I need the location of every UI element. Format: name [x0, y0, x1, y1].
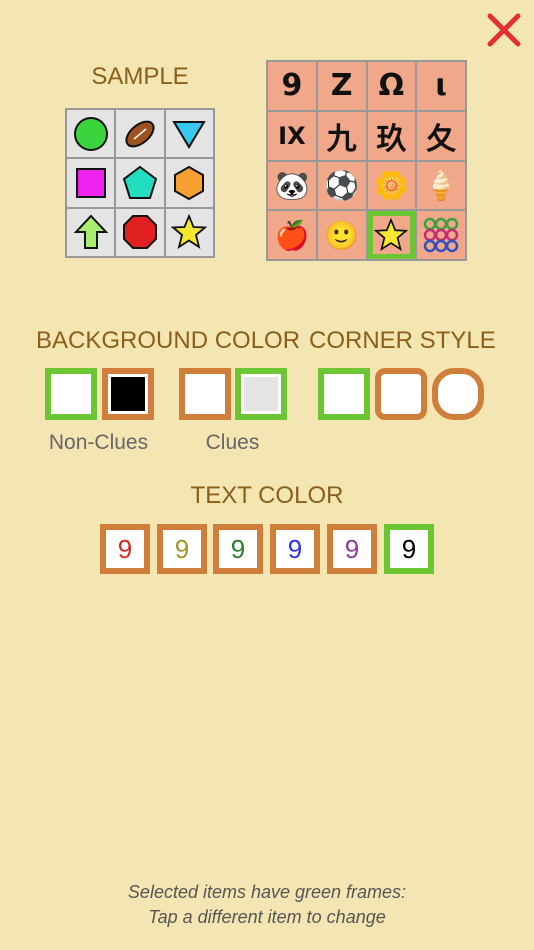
symbol-cell[interactable]: ι: [417, 62, 465, 110]
close-icon: [487, 13, 521, 47]
clue-gray-swatch[interactable]: [235, 368, 287, 420]
green-circle-icon: [67, 110, 115, 158]
text-color-green-option[interactable]: 9: [213, 524, 263, 574]
symbol-cell[interactable]: 9: [268, 62, 316, 110]
symbol-cell[interactable]: Z: [317, 62, 366, 110]
text-color-blue-option[interactable]: 9: [270, 524, 320, 574]
text-color-olive-option[interactable]: 9: [157, 524, 207, 574]
text-color-heading: TEXT COLOR: [190, 482, 344, 509]
star-icon: [165, 208, 213, 256]
symbol-cell[interactable]: 九: [317, 111, 366, 160]
symbol-cell[interactable]: Ω: [367, 62, 416, 110]
up-arrow-icon: [67, 208, 115, 256]
corner-round-option[interactable]: [432, 368, 484, 420]
soccer-ball-icon[interactable]: ⚽: [317, 161, 366, 210]
footer-line-2: Tap a different item to change: [148, 907, 386, 927]
square-icon: [67, 159, 115, 207]
corner-square-option[interactable]: [318, 368, 370, 420]
smiley-icon[interactable]: 🙂: [317, 211, 366, 259]
text-color-black-option[interactable]: 9: [384, 524, 434, 574]
non-clue-black-swatch[interactable]: [102, 368, 154, 420]
non-clue-white-swatch[interactable]: [45, 368, 97, 420]
text-color-purple-option[interactable]: 9: [327, 524, 377, 574]
panda-icon[interactable]: 🐼: [268, 161, 316, 210]
text-color-red-option[interactable]: 9: [100, 524, 150, 574]
apple-icon[interactable]: 🍎: [268, 211, 316, 259]
corner-rounded-option[interactable]: [375, 368, 427, 420]
hexagon-icon: [165, 159, 213, 207]
symbol-cell[interactable]: 夂: [417, 111, 465, 160]
close-button[interactable]: [484, 10, 524, 50]
footer-line-1: Selected items have green frames:: [127, 882, 407, 902]
non-clues-label: Non-Clues: [48, 431, 149, 454]
clues-label: Clues: [205, 431, 260, 454]
flower-icon[interactable]: 🌼: [367, 161, 416, 210]
clue-white-swatch[interactable]: [179, 368, 231, 420]
sample-heading: SAMPLE: [91, 63, 189, 90]
football-icon: [116, 110, 164, 158]
background-color-heading: BACKGROUND COLOR: [36, 327, 301, 354]
footer-hint: Selected items have green frames: Tap a …: [0, 880, 534, 930]
pentagon-icon: [116, 159, 164, 207]
ice-cream-icon[interactable]: 🍦: [417, 161, 465, 210]
symbol-set-grid[interactable]: 9 Z Ω ι IX 九 玖 夂 🐼 ⚽ 🌼 🍦 🍎 🙂: [266, 60, 467, 261]
symbol-cell[interactable]: 玖: [367, 111, 416, 160]
symbol-cell[interactable]: IX: [268, 111, 316, 160]
triangle-icon: [165, 110, 213, 158]
sample-grid: [65, 108, 215, 258]
star-icon[interactable]: [367, 211, 416, 259]
octagon-icon: [116, 208, 164, 256]
circles-icon[interactable]: [417, 211, 465, 259]
corner-style-heading: CORNER STYLE: [309, 327, 496, 354]
